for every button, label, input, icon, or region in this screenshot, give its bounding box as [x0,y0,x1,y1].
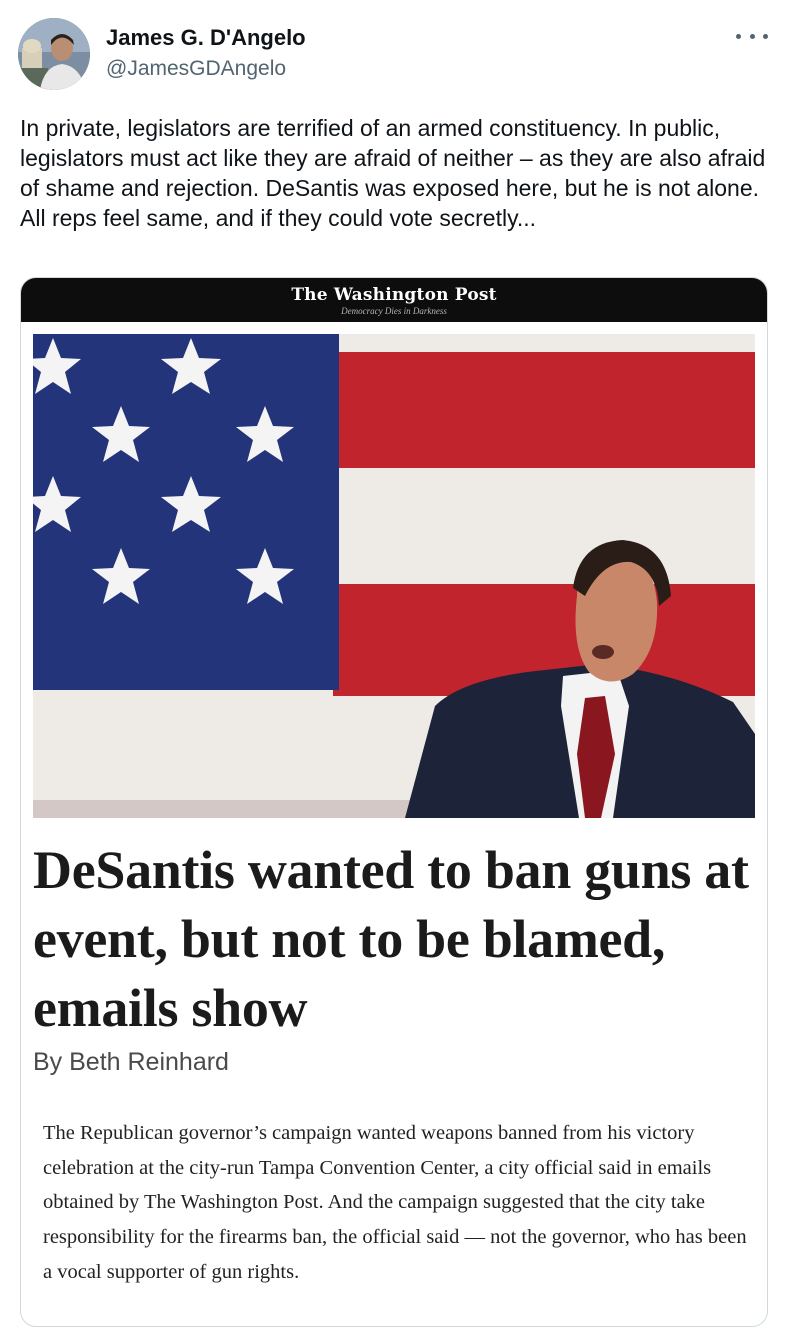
more-options-icon[interactable] [736,24,768,48]
article-byline: By Beth Reinhard [33,1048,229,1076]
profile-photo [18,18,90,90]
author-name[interactable]: James G. D'Angelo [106,24,306,52]
tweet-text: In private, legislators are terrified of… [20,115,766,231]
author-block: James G. D'Angelo @JamesGDAngelo [106,24,306,83]
masthead: The Washington Post Democracy Dies in Da… [21,278,767,322]
author-handle[interactable]: @JamesGDAngelo [106,55,306,83]
article-photo [33,334,755,818]
flag-and-speaker-illustration [33,334,755,818]
publication-motto: Democracy Dies in Darkness [341,306,447,316]
article-headline: DeSantis wanted to ban guns at event, bu… [33,840,749,1038]
article-summary: The Republican governor’s campaign wante… [43,1122,747,1283]
publication-name: The Washington Post [291,285,497,305]
avatar[interactable] [18,18,90,90]
article-card[interactable]: The Washington Post Democracy Dies in Da… [20,277,768,1327]
